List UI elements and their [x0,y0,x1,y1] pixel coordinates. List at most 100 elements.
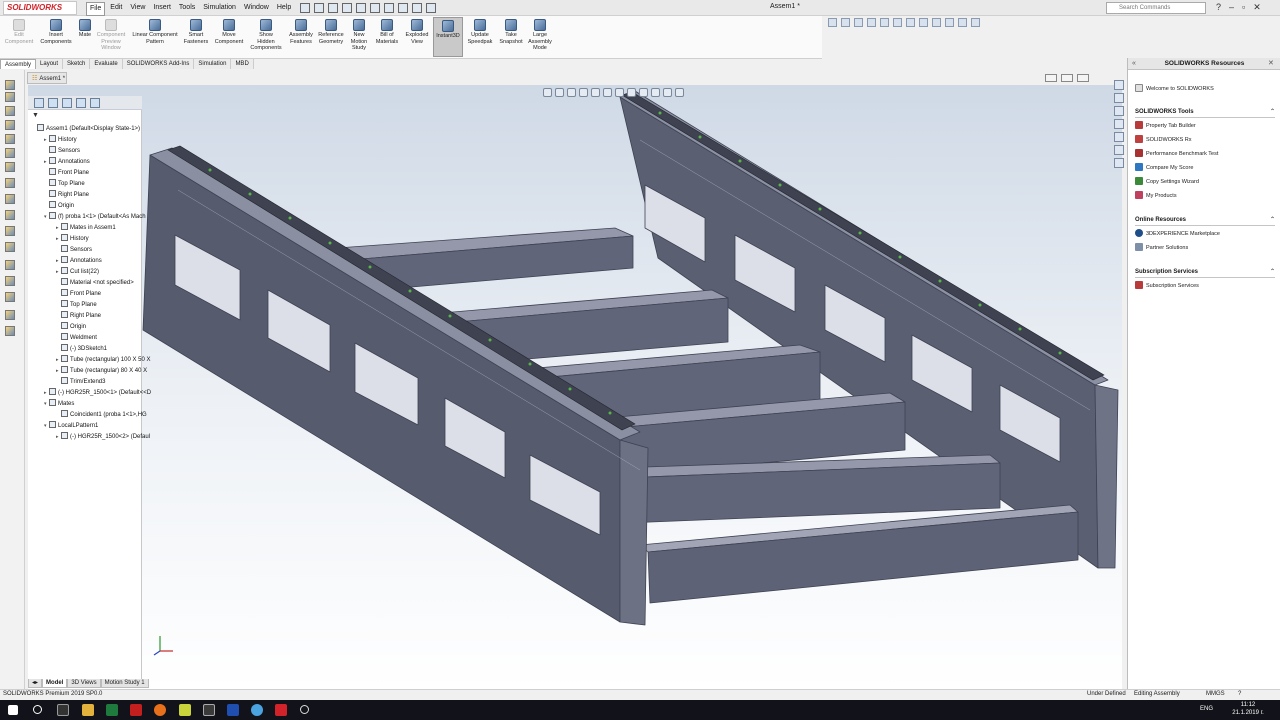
view-toolbar-icon[interactable] [971,18,980,27]
tree-item[interactable]: ▸ Annotations [44,157,90,168]
excel-icon[interactable] [106,704,118,716]
view-settings-icon[interactable] [663,88,672,97]
search-icon[interactable] [33,705,42,714]
dimxpert-tab-icon[interactable] [76,98,86,108]
menu-edit[interactable]: Edit [107,2,125,16]
tree-item[interactable]: Sensors [56,245,92,256]
viewport-minimize-button[interactable] [1045,74,1057,82]
tree-item[interactable]: ▸ History [56,234,89,245]
hide-show-icon[interactable] [627,88,636,97]
update-speedpak-button[interactable]: Update Speedpak [466,19,494,45]
acrobat-icon[interactable] [130,704,142,716]
display-style-icon[interactable] [615,88,624,97]
property-manager-tab-icon[interactable] [48,98,58,108]
zoom-to-fit-icon[interactable] [543,88,552,97]
reference-geometry-button[interactable]: Reference Geometry [317,19,345,45]
show-hidden-components-button[interactable]: Show Hidden Components [250,19,282,52]
graphics-area[interactable] [28,85,1122,689]
tree-item[interactable]: ▸ Mates in Assem1 [56,223,116,234]
help-icon[interactable]: ? [1216,2,1221,12]
dynamic-annotation-icon[interactable] [591,88,600,97]
tool-icon[interactable] [5,276,15,286]
menu-tools[interactable]: Tools [176,2,198,16]
status-units[interactable]: MMGS [1206,690,1225,699]
open-icon[interactable] [328,3,338,13]
tab-layout[interactable]: Layout [36,59,64,69]
tree-item[interactable]: Weldment [56,333,97,344]
app-icon[interactable] [179,704,191,716]
tree-item[interactable]: ▸ Annotations [56,256,102,267]
word-icon[interactable] [227,704,239,716]
status-help-icon[interactable]: ? [1238,690,1241,699]
solidworks-logo[interactable]: SOLIDWORKS [3,1,77,15]
mate-button[interactable]: Mate [76,19,94,39]
tab-motion-study[interactable]: Motion Study 1 [100,679,149,688]
tool-icon[interactable] [5,148,15,158]
tab-model[interactable]: Model [42,679,68,688]
tree-item[interactable]: Trim/Extend3 [56,377,105,388]
tree-item[interactable]: Front Plane [44,168,89,179]
component-preview-window-button[interactable]: Component Preview Window [95,19,127,52]
view-toolbar-icon[interactable] [893,18,902,27]
solidworks-taskbar-icon[interactable] [275,704,287,716]
collapse-icon[interactable]: ⌃ [1270,108,1275,117]
tree-item[interactable]: ▸ History [44,135,77,146]
tree-item[interactable]: ▸ Cut list(22) [56,267,99,278]
rebuild-icon[interactable] [398,3,408,13]
tree-item[interactable]: ▸ Tube (rectangular) 100 X 50 X [56,355,151,366]
tab-simulation[interactable]: Simulation [194,59,232,69]
tool-icon[interactable] [5,226,15,236]
tool-icon[interactable] [5,210,15,220]
firefox-icon[interactable] [154,704,166,716]
design-library-tab-icon[interactable] [1114,93,1124,103]
viewport-restore-button[interactable] [1061,74,1073,82]
tab-3d-views[interactable]: 3D Views [67,679,101,688]
tab-evaluate[interactable]: Evaluate [90,59,123,69]
tree-item[interactable]: (-) 3DSketch1 [56,344,107,355]
move-component-button[interactable]: Move Component [212,19,246,45]
tab-assembly[interactable]: Assembly [0,59,37,69]
document-tab[interactable]: Assem1 * [27,72,67,84]
file-properties-icon[interactable] [412,3,422,13]
tree-item[interactable]: Assem1 (Default<Display State-1>) [32,124,140,135]
assembly-features-button[interactable]: Assembly Features [286,19,316,45]
settings-gear-icon[interactable] [300,705,309,714]
zoom-to-area-icon[interactable] [555,88,564,97]
subscription-services-link[interactable]: Subscription Services [1135,281,1199,291]
resources-tab-icon[interactable] [1114,80,1124,90]
tab-mbd[interactable]: MBD [231,59,254,69]
tool-icon[interactable] [5,178,15,188]
exploded-view-button[interactable]: Exploded View [403,19,431,45]
linear-component-pattern-button[interactable]: Linear Component Pattern [130,19,180,45]
tool-icon[interactable] [5,260,15,270]
view-toolbar-icon[interactable] [932,18,941,27]
new-motion-study-button[interactable]: New Motion Study [347,19,371,52]
tool-icon[interactable] [5,80,15,90]
bill-of-materials-button[interactable]: Bill of Materials [374,19,400,45]
menu-simulation[interactable]: Simulation [200,2,239,16]
maximize-button[interactable]: ▫ [1242,2,1245,12]
section-subscription-services[interactable]: Subscription Services ⌃ [1135,268,1275,278]
tree-item[interactable]: Coincident1 (proba 1<1>,HG [56,410,147,421]
insert-components-button[interactable]: Insert Components [38,19,74,45]
smart-fasteners-button[interactable]: Smart Fasteners [182,19,210,45]
menu-window[interactable]: Window [241,2,272,16]
welcome-link[interactable]: Welcome to SOLIDWORKS [1135,84,1214,94]
take-snapshot-button[interactable]: Take Snapshot [497,19,525,45]
solidworks-rx-link[interactable]: SOLIDWORKS Rx [1135,135,1192,145]
tool-icon[interactable] [5,162,15,172]
view-toolbar-icon[interactable] [867,18,876,27]
tree-item[interactable]: ▾ Mates [44,399,74,410]
large-assembly-mode-button[interactable]: Large Assembly Mode [526,19,554,52]
menu-view[interactable]: View [127,2,148,16]
select-icon[interactable] [384,3,394,13]
appearances-tab-icon[interactable] [1114,132,1124,142]
tree-item[interactable]: Right Plane [56,311,101,322]
view-toolbar-icon[interactable] [958,18,967,27]
configuration-manager-tab-icon[interactable] [62,98,72,108]
new-document-icon[interactable] [314,3,324,13]
tool-icon[interactable] [5,310,15,320]
compare-score-link[interactable]: Compare My Score [1135,163,1193,173]
tree-item[interactable]: ▸ Tube (rectangular) 80 X 40 X [56,366,147,377]
instant3d-button[interactable]: Instant3D [433,17,463,57]
